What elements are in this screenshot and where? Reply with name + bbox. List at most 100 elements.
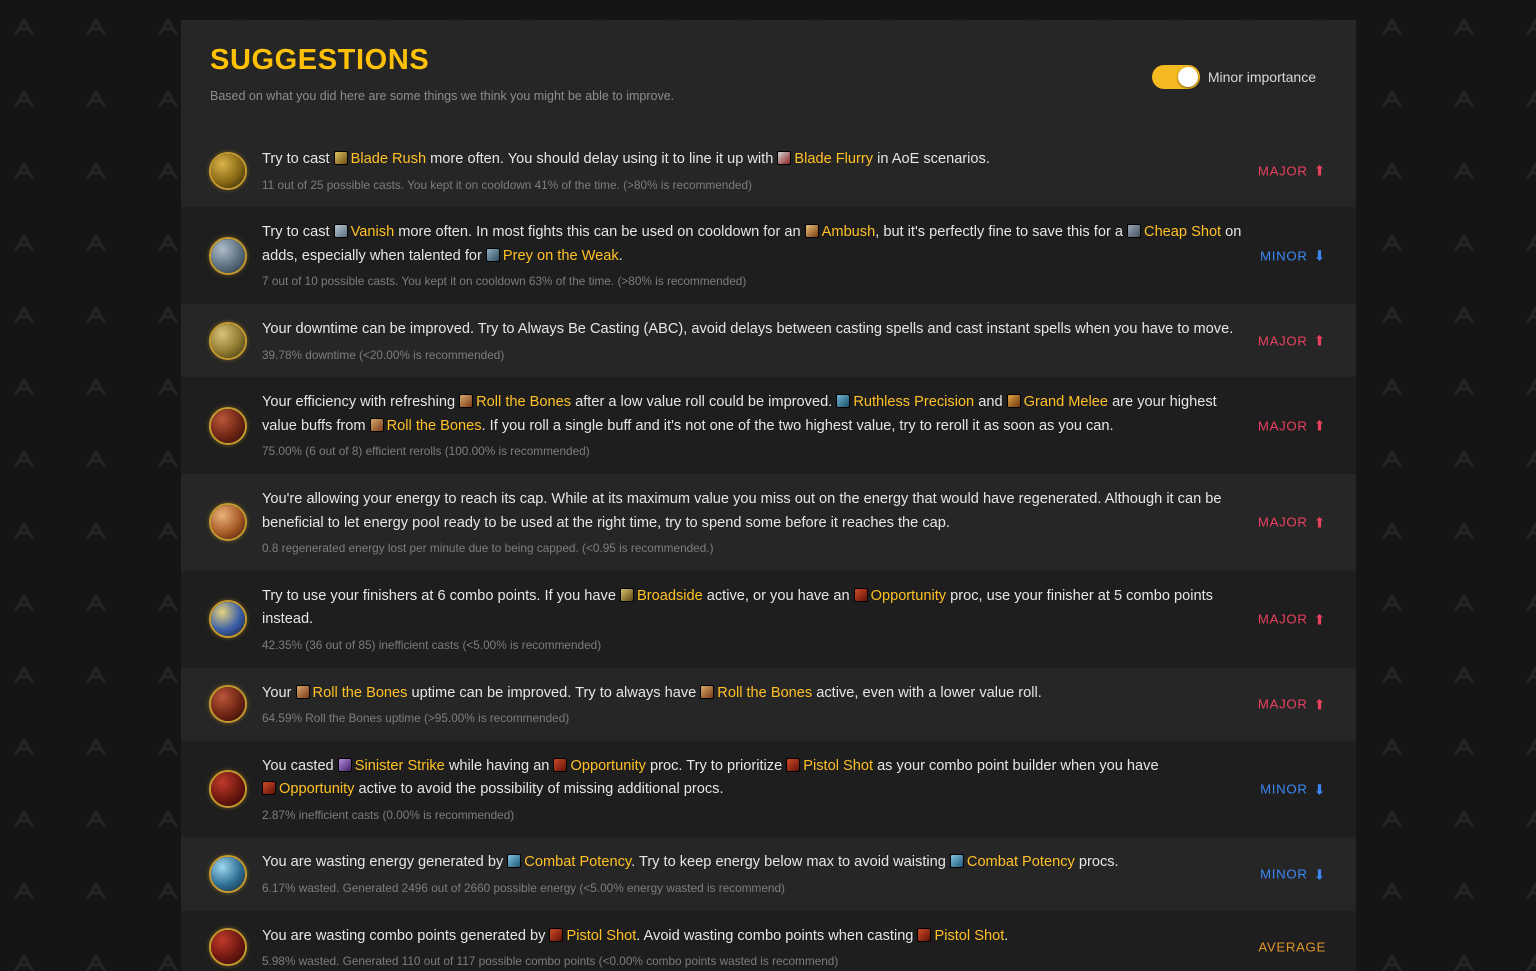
suggestion-text: Your downtime can be improved. Try to Al… bbox=[262, 320, 1234, 337]
arrow-down-icon: ⬇ bbox=[1313, 247, 1326, 264]
suggestion-body: Your efficiency with refreshing Roll the… bbox=[262, 391, 1262, 460]
arrow-up-icon: ⬆ bbox=[1313, 611, 1326, 628]
suggestion-row: Try to use your finishers at 6 combo poi… bbox=[181, 570, 1356, 668]
spell-icon bbox=[836, 394, 851, 409]
severity-badge: MAJOR ⬆ bbox=[1258, 163, 1326, 178]
severity-label: MINOR bbox=[1260, 248, 1308, 264]
suggestion-detail: 0.8 regenerated energy lost per minute d… bbox=[262, 541, 714, 556]
sinister-strike-icon bbox=[209, 770, 247, 809]
spell-icon bbox=[786, 757, 801, 772]
spell-icon bbox=[700, 684, 715, 699]
spell-link[interactable]: Blade Flurry bbox=[777, 151, 873, 167]
suggestion-detail: 64.59% Roll the Bones uptime (>95.00% is… bbox=[262, 711, 570, 726]
spell-link[interactable]: Combat Potency bbox=[949, 854, 1075, 870]
roll-the-bones-icon bbox=[209, 406, 247, 445]
toggle-knob bbox=[1177, 67, 1198, 87]
suggestion-detail: 2.87% inefficient casts (0.00% is recomm… bbox=[262, 807, 515, 822]
suggestion-body: Your downtime can be improved. Try to Al… bbox=[262, 318, 1262, 363]
severity-label: MINOR bbox=[1260, 866, 1308, 882]
suggestion-row: You casted Sinister Strike while having … bbox=[181, 740, 1356, 838]
spell-link[interactable]: Opportunity bbox=[262, 781, 354, 797]
suggestion-row: You're allowing your energy to reach its… bbox=[181, 473, 1356, 571]
spell-link[interactable]: Prey on the Weak bbox=[485, 247, 619, 264]
spell-link[interactable]: Cheap Shot bbox=[1127, 224, 1221, 240]
suggestion-detail: 7 out of 10 possible casts. You kept it … bbox=[262, 274, 747, 289]
spell-link[interactable]: Vanish bbox=[333, 224, 394, 240]
spell-link[interactable]: Pistol Shot bbox=[917, 927, 1004, 944]
severity-badge: MAJOR ⬆ bbox=[1258, 418, 1326, 433]
combat-potency-icon bbox=[209, 855, 247, 894]
spell-link[interactable]: Opportunity bbox=[553, 757, 646, 774]
spell-link[interactable]: Pistol Shot bbox=[549, 927, 636, 944]
spell-link[interactable]: Roll the Bones bbox=[369, 417, 482, 434]
severity-label: MAJOR bbox=[1257, 514, 1308, 530]
spell-icon bbox=[949, 854, 964, 869]
spell-icon bbox=[459, 394, 474, 409]
severity-badge: MAJOR ⬆ bbox=[1258, 333, 1326, 348]
severity-badge: MAJOR ⬆ bbox=[1258, 697, 1326, 712]
spell-link[interactable]: Ruthless Precision bbox=[836, 394, 974, 410]
spell-icon bbox=[369, 417, 384, 432]
energy-cap-icon bbox=[209, 503, 247, 542]
suggestion-text: You are wasting combo points generated b… bbox=[262, 927, 1009, 944]
arrow-down-icon: ⬇ bbox=[1313, 866, 1326, 883]
page-root: SUGGESTIONS Based on what you did here a… bbox=[0, 0, 1536, 971]
spell-link[interactable]: Broadside bbox=[620, 587, 703, 604]
spell-link[interactable]: Opportunity bbox=[853, 587, 946, 604]
spell-icon bbox=[777, 151, 792, 165]
arrow-up-icon: ⬆ bbox=[1313, 417, 1326, 434]
toggle-label: Minor importance bbox=[1207, 69, 1316, 85]
suggestion-detail: 39.78% downtime (<20.00% is recommended) bbox=[262, 347, 505, 362]
blade-rush-icon bbox=[209, 151, 247, 190]
pistol-shot-icon bbox=[209, 928, 247, 967]
finisher-combo-points-icon bbox=[209, 600, 247, 639]
suggestion-row: Your downtime can be improved. Try to Al… bbox=[181, 303, 1356, 378]
suggestion-text: Try to cast Vanish more often. In most f… bbox=[262, 224, 1242, 264]
spell-icon bbox=[1006, 394, 1021, 409]
suggestion-row: Your Roll the Bones uptime can be improv… bbox=[181, 667, 1356, 741]
spell-link[interactable]: Blade Rush bbox=[333, 151, 426, 167]
spell-icon bbox=[337, 757, 352, 772]
severity-label: MAJOR bbox=[1257, 696, 1308, 712]
spell-link[interactable]: Ambush bbox=[804, 224, 875, 240]
suggestion-row: Try to cast Vanish more often. In most f… bbox=[181, 207, 1356, 304]
spell-link[interactable]: Pistol Shot bbox=[786, 757, 873, 774]
spell-icon bbox=[853, 587, 868, 602]
suggestion-body: Try to cast Blade Rush more often. You s… bbox=[262, 148, 1262, 193]
spell-link[interactable]: Sinister Strike bbox=[337, 757, 445, 774]
spell-icon bbox=[917, 927, 932, 942]
suggestion-body: You're allowing your energy to reach its… bbox=[262, 488, 1262, 557]
suggestion-detail: 75.00% (6 out of 8) efficient rerolls (1… bbox=[262, 444, 590, 459]
toggle-switch[interactable] bbox=[1151, 65, 1200, 89]
spell-link[interactable]: Combat Potency bbox=[507, 854, 631, 870]
suggestions-panel: SUGGESTIONS Based on what you did here a… bbox=[181, 20, 1356, 971]
spell-link[interactable]: Roll the Bones bbox=[459, 394, 571, 410]
severity-badge: MINOR ⬇ bbox=[1260, 248, 1326, 263]
suggestion-detail: 11 out of 25 possible casts. You kept it… bbox=[262, 177, 752, 192]
severity-badge: MAJOR ⬆ bbox=[1258, 515, 1326, 530]
suggestion-body: You casted Sinister Strike while having … bbox=[262, 755, 1262, 824]
spell-link[interactable]: Roll the Bones bbox=[700, 684, 812, 701]
suggestion-body: You are wasting combo points generated b… bbox=[262, 925, 1262, 970]
minor-importance-toggle[interactable]: Minor importance bbox=[1151, 65, 1316, 89]
page-subtitle: Based on what you did here are some thin… bbox=[210, 89, 675, 104]
severity-label: MAJOR bbox=[1257, 611, 1308, 627]
spell-icon bbox=[507, 854, 522, 869]
spell-icon bbox=[549, 927, 564, 942]
suggestion-detail: 6.17% wasted. Generated 2496 out of 2660… bbox=[262, 881, 785, 896]
downtime-icon bbox=[209, 321, 247, 360]
spell-link[interactable]: Roll the Bones bbox=[295, 684, 407, 701]
spell-icon bbox=[295, 684, 310, 699]
spell-icon bbox=[333, 224, 348, 239]
severity-badge: MINOR ⬇ bbox=[1260, 867, 1326, 882]
arrow-up-icon: ⬆ bbox=[1313, 514, 1326, 531]
spell-icon bbox=[1127, 224, 1142, 239]
arrow-down-icon: ⬇ bbox=[1313, 781, 1326, 798]
severity-label: MAJOR bbox=[1257, 418, 1308, 433]
spell-icon bbox=[262, 781, 276, 796]
spell-link[interactable]: Grand Melee bbox=[1006, 394, 1108, 410]
severity-label: AVERAGE bbox=[1258, 939, 1326, 955]
spell-icon bbox=[485, 247, 500, 262]
suggestion-text: Your Roll the Bones uptime can be improv… bbox=[262, 684, 1042, 701]
suggestion-row: You are wasting energy generated by Comb… bbox=[181, 837, 1356, 911]
